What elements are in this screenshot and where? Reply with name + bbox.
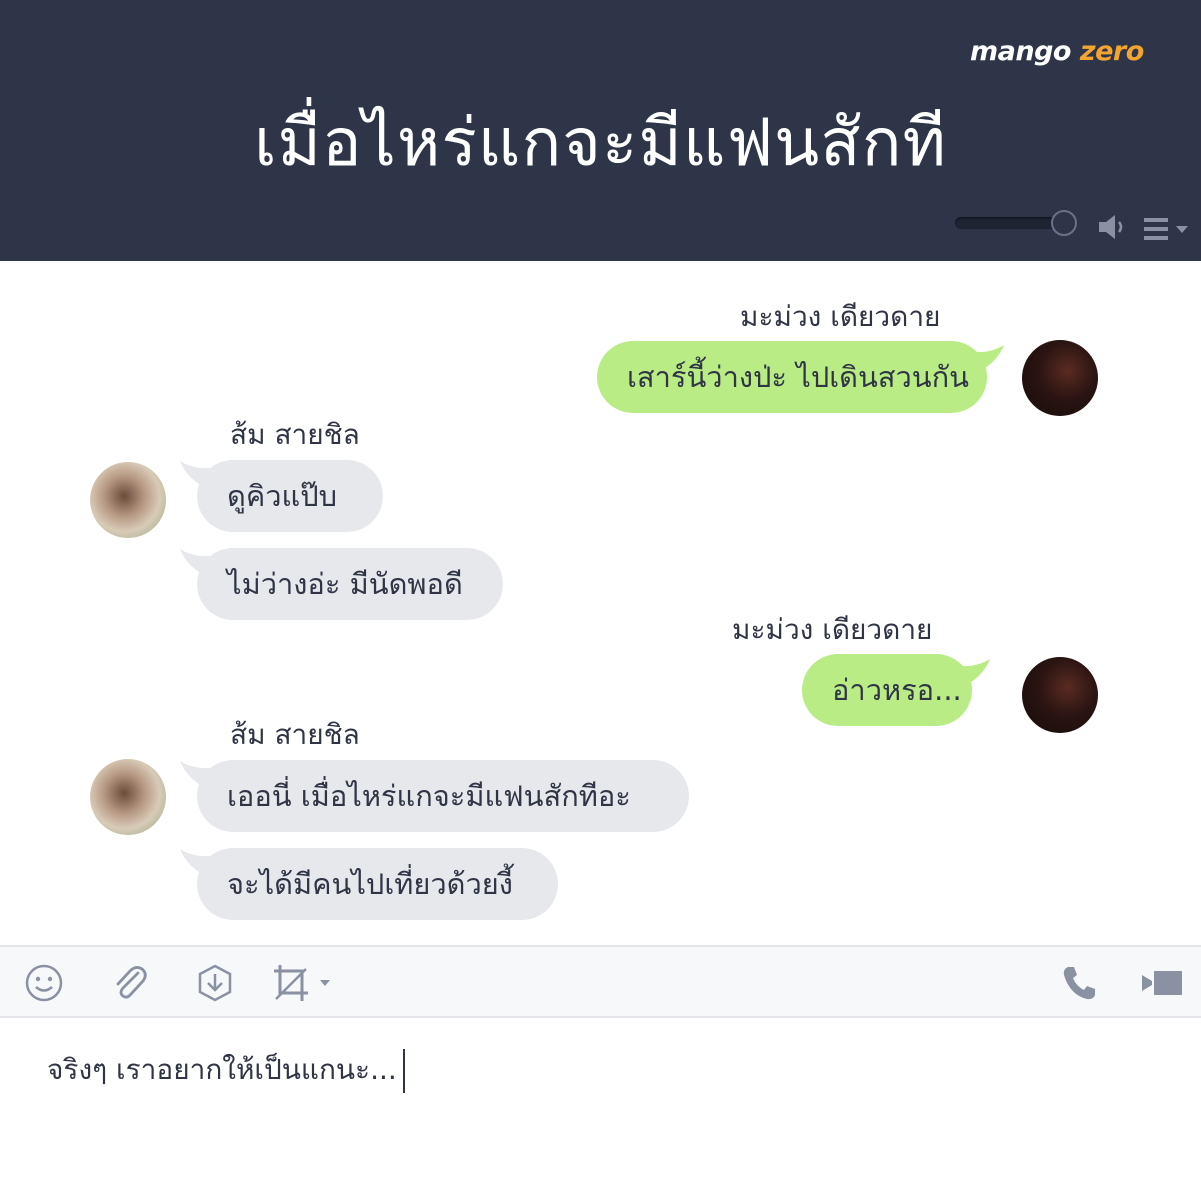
app-header: mango zero เมื่อไหร่แกจะมีแฟนสักที — [0, 0, 1201, 261]
download-icon[interactable] — [195, 963, 235, 1003]
composer-toolbar — [0, 945, 1201, 1018]
sender-name: มะม่วง เดียวดาย — [732, 613, 933, 646]
logo-text: mango — [970, 36, 1071, 67]
logo-text-accent: zero — [1079, 36, 1144, 67]
sender-name: ส้ม สายชิล — [230, 718, 360, 751]
text-caret — [402, 1049, 405, 1093]
avatar[interactable] — [1022, 340, 1098, 416]
menu-icon[interactable] — [1144, 216, 1190, 242]
message-bubble-incoming[interactable]: เออนี่ เมื่อไหร่แกจะมีแฟนสักทีอะ — [197, 760, 689, 832]
message-bubble-incoming[interactable]: จะได้มีคนไปเที่ยวด้วยงี้ — [197, 848, 558, 920]
smiley-icon[interactable] — [24, 963, 64, 1003]
video-icon[interactable] — [1140, 963, 1184, 1003]
chat-area: มะม่วง เดียวดาย เสาร์นี้ว่างป่ะ ไปเดินสว… — [0, 261, 1201, 945]
volume-slider-knob[interactable] — [1051, 210, 1077, 236]
avatar[interactable] — [90, 462, 166, 538]
brand-logo: mango zero — [970, 36, 1144, 67]
message-input[interactable]: จริงๆ เราอยากให้เป็นแกนะ... — [47, 1048, 405, 1093]
volume-slider-track[interactable] — [955, 217, 1065, 229]
message-bubble-outgoing[interactable]: อ่าวหรอ... — [802, 654, 972, 726]
sender-name: มะม่วง เดียวดาย — [740, 300, 941, 333]
message-composer[interactable]: จริงๆ เราอยากให้เป็นแกนะ... — [0, 1018, 1201, 1200]
phone-icon[interactable] — [1060, 963, 1098, 1003]
sender-name: ส้ม สายชิล — [230, 418, 360, 451]
page-title: เมื่อไหร่แกจะมีแฟนสักที — [253, 104, 948, 181]
volume-slider[interactable] — [955, 210, 1077, 236]
avatar[interactable] — [90, 759, 166, 835]
message-bubble-incoming[interactable]: ไม่ว่างอ่ะ มีนัดพอดี — [197, 548, 503, 620]
speaker-icon[interactable] — [1097, 212, 1129, 242]
avatar[interactable] — [1022, 657, 1098, 733]
paperclip-icon[interactable] — [110, 963, 150, 1003]
message-bubble-outgoing[interactable]: เสาร์นี้ว่างป่ะ ไปเดินสวนกัน — [597, 341, 987, 413]
crop-icon[interactable] — [272, 963, 334, 1003]
message-input-value[interactable]: จริงๆ เราอยากให้เป็นแกนะ... — [47, 1053, 397, 1086]
message-bubble-incoming[interactable]: ดูคิวแป๊บ — [197, 460, 383, 532]
